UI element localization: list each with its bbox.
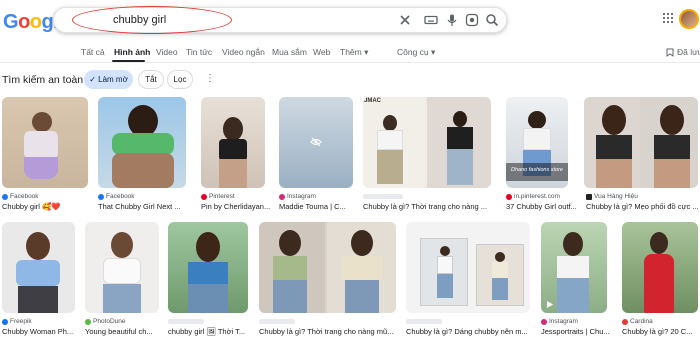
logo-letter: g [41, 11, 54, 33]
microphone-icon[interactable] [445, 13, 459, 27]
logo-letter: o [29, 11, 42, 33]
tab-all[interactable]: Tất cả [81, 47, 105, 57]
tab-videos[interactable]: Video [156, 47, 178, 57]
jmac-watermark: JMAC [364, 98, 382, 104]
source-label: Facebook [10, 193, 39, 200]
more-options-icon[interactable]: ⋮ [205, 73, 215, 84]
tab-images[interactable]: Hình ảnh [114, 47, 150, 57]
result-title[interactable]: Chubby là gì? Dáng chubby nên m... [406, 327, 530, 336]
source-label: Vua Hàng Hiệu [594, 193, 638, 200]
source-label: Freepik [10, 318, 32, 325]
result-title[interactable]: Chubby là gì? 20 C... [622, 327, 698, 336]
image-result[interactable] [2, 222, 75, 313]
instagram-icon [279, 193, 285, 200]
image-result[interactable] [85, 222, 159, 313]
play-icon [547, 301, 553, 308]
bookmark-icon [666, 48, 674, 57]
source-placeholder [259, 319, 295, 324]
avatar[interactable] [679, 9, 699, 29]
tabs-divider [0, 62, 700, 63]
source-label: Pinterest [209, 193, 235, 200]
result-title[interactable]: Chubby girl 🥰❤️ [2, 202, 88, 211]
tab-tools[interactable]: Công cụ ▾ [397, 47, 435, 58]
image-result[interactable] [259, 222, 396, 313]
result-source: Instagram [541, 318, 613, 325]
tab-web[interactable]: Web [313, 47, 330, 57]
tab-news[interactable]: Tin tức [186, 47, 212, 57]
source-label: PhotoDune [93, 318, 126, 325]
facebook-icon [2, 193, 8, 200]
saved-label: Đã lưu [677, 47, 700, 57]
search-icon[interactable] [485, 13, 499, 27]
result-title[interactable]: Maddie Touma | C... [279, 202, 355, 211]
apps-grid-icon[interactable] [662, 12, 674, 24]
chip-filter[interactable]: Lọc [167, 70, 193, 89]
result-source: Freepik [2, 318, 75, 325]
instagram-icon [541, 318, 547, 325]
source-label: Instagram [549, 318, 578, 325]
store-overlay-text: Dhano fashions store [511, 167, 563, 173]
keyboard-icon[interactable] [424, 13, 438, 27]
result-source: in.pinterest.com [506, 193, 576, 200]
image-result[interactable] [406, 222, 530, 313]
image-result[interactable] [2, 97, 88, 188]
result-source: Vua Hàng Hiệu [586, 193, 698, 200]
result-source: Facebook [2, 193, 88, 200]
image-result[interactable]: JMAC [363, 97, 491, 188]
tab-more[interactable]: Thêm ▾ [340, 47, 368, 58]
source-placeholder [363, 194, 403, 199]
chip-blur[interactable]: ✓ Làm mờ [84, 70, 133, 89]
freepik-icon [2, 318, 8, 325]
result-title[interactable]: chubby girl 🖼 Thời T... [168, 327, 250, 336]
search-input[interactable]: chubby girl [113, 14, 166, 26]
vua-hang-hieu-icon [586, 193, 592, 200]
pinterest-icon [506, 193, 512, 200]
source-label: Cardina [630, 318, 653, 325]
result-title[interactable]: That Chubby Girl Next ... [98, 202, 186, 211]
result-title[interactable]: Pin by Cherlidayan... [201, 202, 275, 211]
eye-off-icon [310, 137, 322, 147]
facebook-icon [98, 193, 104, 200]
source-placeholder [168, 319, 204, 324]
image-result-blurred[interactable] [279, 97, 353, 188]
image-result[interactable]: Dhano fashions store [506, 97, 568, 188]
safe-search-label: Tìm kiếm an toàn [2, 74, 84, 86]
cardina-icon [622, 318, 628, 325]
image-result[interactable] [168, 222, 248, 313]
source-label: Facebook [106, 193, 135, 200]
result-title[interactable]: Jessportraits | Chu... [541, 327, 613, 336]
result-title[interactable]: Chubby là gì? Thời trang cho nàng mũ... [259, 327, 396, 336]
source-placeholder [406, 319, 442, 324]
result-source: PhotoDune [85, 318, 159, 325]
result-source: Facebook [98, 193, 186, 200]
result-title[interactable]: Chubby là gì? Mẹo phối đồ cực ... [586, 202, 698, 211]
source-label: Instagram [287, 193, 316, 200]
result-source: Instagram [279, 193, 355, 200]
clear-icon[interactable] [398, 13, 412, 27]
photodune-icon [85, 318, 91, 325]
logo-letter: G [3, 11, 19, 33]
image-result[interactable] [541, 222, 607, 313]
image-result[interactable] [201, 97, 265, 188]
logo-letter: o [18, 11, 30, 33]
result-source: Cardina [622, 318, 698, 325]
tab-shopping[interactable]: Mua sắm [272, 47, 307, 57]
saved-button[interactable]: Đã lưu [666, 47, 700, 57]
tab-short-videos[interactable]: Video ngắn [222, 47, 265, 57]
image-result[interactable] [622, 222, 698, 313]
result-title[interactable]: Chubby Woman Ph... [2, 327, 75, 336]
result-source: Pinterest [201, 193, 275, 200]
image-result[interactable] [584, 97, 698, 188]
source-label: in.pinterest.com [514, 193, 560, 200]
search-box[interactable]: chubby girl [53, 6, 507, 34]
chip-off[interactable]: Tắt [138, 70, 164, 89]
result-title[interactable]: Young beautiful ch... [85, 327, 159, 336]
result-title[interactable]: 37 Chubby Girl outf... [506, 202, 576, 211]
image-result[interactable] [98, 97, 186, 188]
result-title[interactable]: Chubby là gì? Thời trang cho nàng ... [363, 202, 493, 211]
lens-camera-icon[interactable] [465, 13, 479, 27]
pinterest-icon [201, 193, 207, 200]
